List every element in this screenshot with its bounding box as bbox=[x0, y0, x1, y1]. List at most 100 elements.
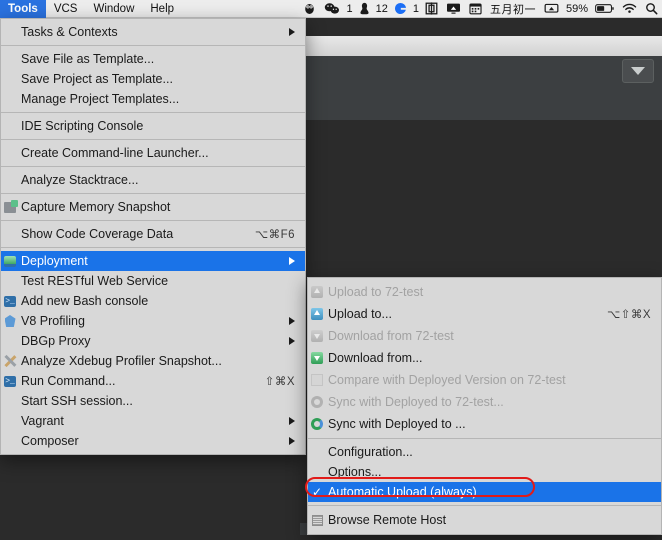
deployment-icon bbox=[3, 254, 17, 268]
menu-item-tasks-and-contexts[interactable]: Tasks & Contexts bbox=[1, 22, 305, 42]
menu-item-manage-project-templates[interactable]: Manage Project Templates... bbox=[1, 89, 305, 109]
menu-item-upload-to[interactable]: Upload to... ⌥⇧⌘X bbox=[308, 303, 661, 325]
ide-title-bar bbox=[300, 36, 662, 57]
menu-item-shortcut: ⌥⇧⌘X bbox=[606, 309, 651, 321]
qq-contact-icon[interactable] bbox=[355, 0, 374, 18]
menu-item-browse-remote-host[interactable]: Browse Remote Host bbox=[308, 509, 661, 531]
menu-item-capture-memory-snapshot[interactable]: Capture Memory Snapshot bbox=[1, 197, 305, 217]
menu-separator bbox=[1, 247, 305, 248]
menu-item-label: Configuration... bbox=[328, 445, 413, 459]
menu-item-run-command[interactable]: >_ Run Command... ⇧⌘X bbox=[1, 371, 305, 391]
menu-item-download-from-72-test: Download from 72-test bbox=[308, 325, 661, 347]
qq-badge-count: 12 bbox=[375, 2, 388, 15]
grammarly-badge-count: 1 bbox=[412, 2, 419, 15]
menu-item-upload-to-72-test: Upload to 72-test bbox=[308, 281, 661, 303]
menu-item-deployment[interactable]: Deployment bbox=[1, 251, 305, 271]
menubar-item-help[interactable]: Help bbox=[142, 0, 182, 18]
menu-item-label: Show Code Coverage Data bbox=[21, 227, 174, 241]
menu-item-analyze-stacktrace[interactable]: Analyze Stacktrace... bbox=[1, 170, 305, 190]
menu-item-label: Analyze Xdebug Profiler Snapshot... bbox=[21, 354, 222, 368]
v8-icon bbox=[3, 314, 17, 328]
menu-item-show-code-coverage-data[interactable]: Show Code Coverage Data ⌥⌘F6 bbox=[1, 224, 305, 244]
battery-icon[interactable] bbox=[591, 0, 618, 18]
macos-menu-bar: Tools VCS Window Help 1 12 1 五月初一 59% bbox=[0, 0, 662, 18]
menu-item-shortcut: ⇧⌘X bbox=[264, 376, 295, 388]
airplay-display-icon[interactable] bbox=[442, 0, 465, 18]
menu-item-label: Manage Project Templates... bbox=[21, 92, 180, 106]
menu-item-analyze-xdebug-profiler-snapshot[interactable]: Analyze Xdebug Profiler Snapshot... bbox=[1, 351, 305, 371]
menu-item-download-from[interactable]: Download from... bbox=[308, 347, 661, 369]
menu-item-sync-with-deployed-to[interactable]: Sync with Deployed to ... bbox=[308, 413, 661, 435]
run-command-icon: >_ bbox=[4, 375, 16, 387]
upload-icon bbox=[310, 285, 324, 299]
grammarly-icon[interactable] bbox=[390, 0, 411, 18]
menu-separator bbox=[308, 438, 661, 439]
menu-item-composer[interactable]: Composer bbox=[1, 431, 305, 451]
battery-percent-label: 59% bbox=[565, 2, 588, 15]
deployment-submenu: Upload to 72-test Upload to... ⌥⇧⌘X Down… bbox=[307, 277, 662, 535]
calendar-icon[interactable] bbox=[465, 0, 486, 18]
menu-item-label: Save Project as Template... bbox=[21, 72, 173, 86]
lunar-date-label[interactable]: 五月初一 bbox=[486, 1, 540, 17]
bash-console-icon: >_ bbox=[4, 295, 16, 307]
submenu-arrow-icon bbox=[289, 28, 295, 36]
menu-separator bbox=[308, 505, 661, 506]
menu-item-compare-with-deployed-version: Compare with Deployed Version on 72-test bbox=[308, 369, 661, 391]
ide-secondary-panel bbox=[300, 86, 662, 121]
remote-host-icon bbox=[310, 513, 324, 527]
menu-item-dbgp-proxy[interactable]: DBGp Proxy bbox=[1, 331, 305, 351]
checkmark-icon: ✓ bbox=[312, 485, 323, 499]
menu-item-ide-scripting-console[interactable]: IDE Scripting Console bbox=[1, 116, 305, 136]
menu-item-label: Sync with Deployed to ... bbox=[328, 417, 466, 431]
menu-item-label: IDE Scripting Console bbox=[21, 119, 144, 133]
menu-item-label: Upload to... bbox=[328, 307, 392, 321]
wechat-icon[interactable] bbox=[320, 0, 344, 18]
submenu-arrow-icon bbox=[289, 417, 295, 425]
menu-item-label: Create Command-line Launcher... bbox=[21, 146, 209, 160]
qq-penguin-icon[interactable] bbox=[299, 0, 320, 18]
menu-item-label: Upload to 72-test bbox=[328, 285, 424, 299]
menu-item-label: Compare with Deployed Version on 72-test bbox=[328, 373, 566, 387]
menu-item-test-restful-web-service[interactable]: Test RESTful Web Service bbox=[1, 271, 305, 291]
menu-item-options[interactable]: Options... bbox=[308, 462, 661, 482]
menu-item-label: Composer bbox=[21, 434, 79, 448]
menu-item-label: Capture Memory Snapshot bbox=[21, 200, 171, 214]
menu-item-label: DBGp Proxy bbox=[21, 334, 91, 348]
menu-item-sync-with-deployed-to-72-test: Sync with Deployed to 72-test... bbox=[308, 391, 661, 413]
menu-item-label: Test RESTful Web Service bbox=[21, 274, 169, 288]
menu-item-label: Sync with Deployed to 72-test... bbox=[328, 395, 504, 409]
menu-item-start-ssh-session[interactable]: Start SSH session... bbox=[1, 391, 305, 411]
menu-item-vagrant[interactable]: Vagrant bbox=[1, 411, 305, 431]
menu-item-label: Download from... bbox=[328, 351, 423, 365]
spotlight-search-icon[interactable] bbox=[641, 0, 662, 18]
ide-toolbar bbox=[300, 56, 662, 87]
menubar-item-vcs[interactable]: VCS bbox=[46, 0, 86, 18]
menu-item-v8-profiling[interactable]: V8 Profiling bbox=[1, 311, 305, 331]
submenu-arrow-icon bbox=[289, 337, 295, 345]
menu-item-label: Analyze Stacktrace... bbox=[21, 173, 139, 187]
input-source-chinese-icon[interactable] bbox=[421, 0, 442, 18]
menubar-item-tools[interactable]: Tools bbox=[0, 0, 46, 18]
menu-item-label: Browse Remote Host bbox=[328, 513, 447, 527]
menu-item-save-project-as-template[interactable]: Save Project as Template... bbox=[1, 69, 305, 89]
menu-item-automatic-upload-always[interactable]: ✓ Automatic Upload (always) bbox=[308, 482, 661, 502]
menu-separator bbox=[1, 166, 305, 167]
menubar-item-window[interactable]: Window bbox=[85, 0, 142, 18]
menu-item-add-new-bash-console[interactable]: >_ Add new Bash console bbox=[1, 291, 305, 311]
menu-item-create-command-line-launcher[interactable]: Create Command-line Launcher... bbox=[1, 143, 305, 163]
chevron-down-icon bbox=[631, 67, 645, 75]
menu-separator bbox=[1, 193, 305, 194]
menu-item-label: Start SSH session... bbox=[21, 394, 133, 408]
compare-icon bbox=[310, 373, 324, 387]
screen-mirroring-icon[interactable] bbox=[540, 0, 563, 18]
memory-snapshot-icon bbox=[3, 199, 18, 214]
wifi-icon[interactable] bbox=[618, 0, 641, 18]
menu-item-save-file-as-template[interactable]: Save File as Template... bbox=[1, 49, 305, 69]
menu-item-label: Vagrant bbox=[21, 414, 64, 428]
upload-icon bbox=[310, 307, 324, 321]
toolbar-filter-dropdown-button[interactable] bbox=[622, 59, 654, 83]
menu-item-label: Automatic Upload (always) bbox=[328, 485, 477, 499]
menu-item-configuration[interactable]: Configuration... bbox=[308, 442, 661, 462]
menu-separator bbox=[1, 220, 305, 221]
menu-item-label: Download from 72-test bbox=[328, 329, 454, 343]
